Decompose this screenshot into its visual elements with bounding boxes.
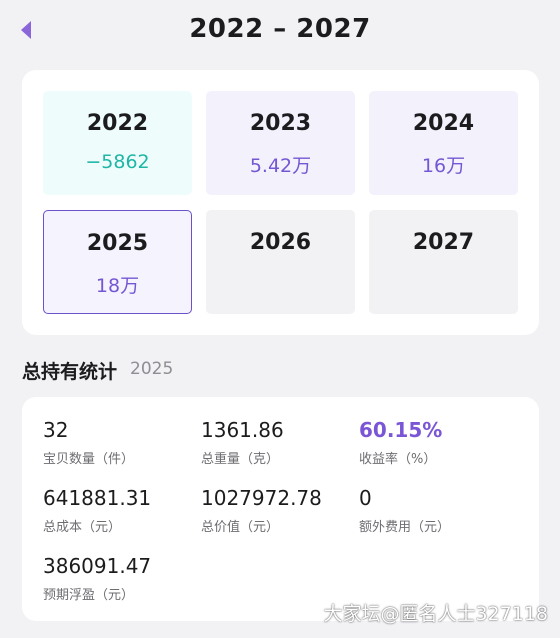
- stat-value: 1027972.78: [201, 486, 322, 510]
- year-label: 2023: [249, 111, 312, 136]
- year-label: 2024: [412, 111, 475, 136]
- stat-label: 额外费用（元）: [359, 520, 451, 535]
- stat-total-cost: 641881.31 总成本（元）: [43, 486, 151, 535]
- year-tile-2026[interactable]: 2026: [206, 210, 355, 314]
- stat-label: 总价值（元）: [201, 520, 280, 535]
- stat-value: 0: [359, 486, 372, 510]
- stat-label: 收益率（%）: [359, 452, 437, 467]
- stat-label: 宝贝数量（件）: [43, 452, 135, 467]
- stat-total-weight: 1361.86 总重量（克）: [201, 418, 284, 467]
- stat-value: 641881.31: [43, 486, 152, 510]
- header: 2022 – 2027: [0, 0, 560, 62]
- year-tile-2022[interactable]: 2022 −5862: [43, 91, 192, 195]
- stat-value: 1361.86: [201, 418, 284, 442]
- stat-total-value: 1027972.78 总价值（元）: [201, 486, 322, 535]
- stat-label: 总成本（元）: [43, 520, 122, 535]
- stat-extra-fees: 0 额外费用（元）: [359, 486, 450, 535]
- stat-label: 预期浮盈（元）: [43, 588, 135, 603]
- year-tile-2024[interactable]: 2024 16万: [369, 91, 518, 195]
- year-value: 5.42万: [249, 155, 312, 177]
- year-value: −5862: [85, 151, 150, 173]
- year-label: 2026: [249, 230, 312, 255]
- watermark: 大家坛@匿名人士327118: [323, 603, 548, 625]
- year-label: 2025: [86, 231, 149, 256]
- year-value: 18万: [95, 275, 140, 297]
- stat-value: 60.15%: [359, 418, 443, 442]
- year-label: 2027: [412, 230, 475, 255]
- stat-expected-profit: 386091.47 预期浮盈（元）: [43, 554, 151, 603]
- stat-return-rate: 60.15% 收益率（%）: [359, 418, 442, 467]
- stat-value: 32: [43, 418, 69, 442]
- section-year: 2025: [130, 359, 174, 379]
- year-value: 16万: [421, 155, 466, 177]
- year-tile-2025[interactable]: 2025 18万: [43, 210, 192, 314]
- stat-item-count: 32 宝贝数量（件）: [43, 418, 134, 467]
- year-tile-2027[interactable]: 2027: [369, 210, 518, 314]
- stat-label: 总重量（克）: [201, 452, 280, 467]
- section-title: 总持有统计: [22, 361, 118, 383]
- year-label: 2022: [86, 111, 149, 136]
- stat-value: 386091.47: [43, 554, 152, 578]
- page-title: 2022 – 2027: [189, 14, 371, 44]
- year-tile-2023[interactable]: 2023 5.42万: [206, 91, 355, 195]
- stats-card: 32 宝贝数量（件） 1361.86 总重量（克） 60.15% 收益率（%） …: [22, 397, 539, 621]
- year-grid: 2022 −5862 2023 5.42万 2024 16万 2025 18万 …: [22, 70, 539, 335]
